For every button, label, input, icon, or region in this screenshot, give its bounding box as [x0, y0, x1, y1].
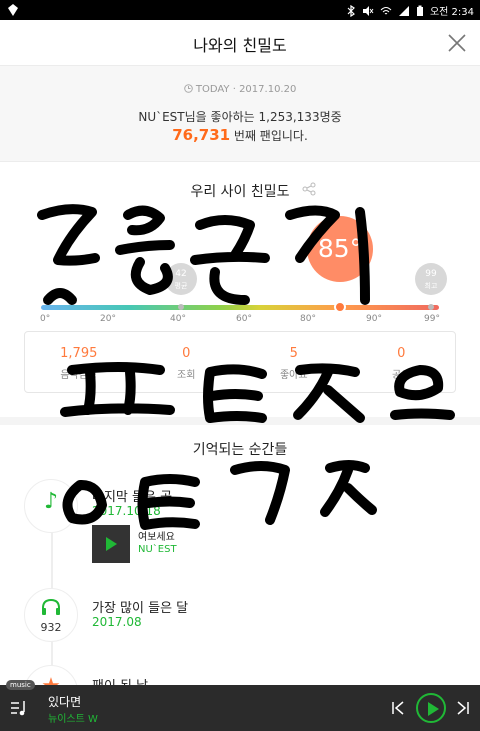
most-month-badge: 932 — [24, 588, 78, 642]
gauge-tick: 60° — [236, 314, 252, 324]
gauge-tick: 90° — [366, 314, 382, 324]
stat-value: 5 — [289, 346, 298, 361]
status-time: 오전 2:34 — [429, 7, 474, 18]
affinity-section: 우리 사이 친밀도 42 평균 99 최고 85° 0° 20° 40° 60°… — [0, 162, 480, 417]
status-icons: 오전 2:34 — [346, 3, 474, 18]
mute-icon — [362, 5, 374, 16]
stat-label: 조회 — [177, 370, 196, 381]
last-played-date: 2017.10.18 — [92, 504, 161, 518]
last-played-badge: ♪ — [24, 479, 78, 533]
stat-value: 1,795 — [60, 346, 98, 361]
activity-stats: 1,795 음악감상 0 조회 5 좋아요 0 공유 — [24, 331, 456, 393]
affinity-gauge — [41, 305, 439, 310]
stat-views: 0 조회 — [133, 332, 241, 392]
playlist-icon[interactable] — [10, 698, 30, 718]
stat-label: 좋아요 — [279, 370, 308, 381]
moments-section: 기억되는 순간들 ♪ 마지막 들은 곡 2017.10.18 여보세요 NU`E… — [0, 417, 480, 719]
today-label: TODAY · 2017.10.20 — [195, 84, 297, 95]
gauge-tick: 80° — [300, 314, 316, 324]
today-date: TODAY · 2017.10.20 — [0, 84, 480, 95]
gauge-tick: 99° — [424, 314, 440, 324]
mini-player[interactable]: music 있다면 뉴이스트 W — [0, 680, 480, 731]
song-artist: NU`EST — [138, 544, 177, 555]
status-bar: 오전 2:34 — [0, 0, 480, 20]
fan-rank: 76,731 번째 팬입니다. — [0, 126, 480, 144]
previous-icon[interactable] — [390, 700, 406, 716]
gauge-tick: 40° — [170, 314, 186, 324]
stat-value: 0 — [397, 346, 406, 361]
most-month-date: 2017.08 — [92, 615, 142, 629]
last-played-title: 마지막 들은 곡 — [92, 490, 173, 505]
stat-likes: 5 좋아요 — [240, 332, 348, 392]
signal-icon — [398, 5, 409, 16]
gauge-tick: 20° — [100, 314, 116, 324]
affinity-title: 우리 사이 친밀도 — [190, 184, 290, 200]
page-title: 나와의 친밀도 — [193, 36, 287, 55]
share-icon[interactable] — [302, 182, 316, 196]
moments-title: 기억되는 순간들 — [192, 442, 288, 458]
average-marker — [178, 304, 184, 310]
max-label: 최고 — [424, 282, 438, 290]
fans-count-text: NU`EST님을 좋아하는 1,253,133명중 — [138, 110, 342, 124]
max-bubble: 99 최고 — [415, 263, 447, 295]
play-icon — [428, 702, 439, 716]
most-month-title: 가장 많이 들은 달 — [92, 601, 189, 616]
player-title: 있다면 — [48, 695, 82, 709]
gauge-tick: 0° — [40, 314, 51, 324]
fan-rank-number: 76,731 — [172, 126, 231, 144]
notification-icon — [8, 4, 18, 16]
battery-icon — [416, 5, 423, 16]
fan-rank-card: TODAY · 2017.10.20 NU`EST님을 좋아하는 1,253,1… — [0, 66, 480, 162]
app-header: 나와의 친밀도 — [0, 20, 480, 66]
play-icon — [106, 537, 117, 551]
stat-shares: 0 공유 — [348, 332, 456, 392]
score-bubble: 85° — [307, 216, 373, 282]
next-icon[interactable] — [455, 700, 471, 716]
average-bubble: 42 평균 — [165, 263, 197, 295]
song-title[interactable]: 여보세요 — [138, 528, 175, 543]
score-marker — [334, 301, 346, 313]
music-tag: music — [6, 680, 35, 690]
stat-label: 공유 — [392, 370, 411, 381]
most-month-count: 932 — [40, 621, 62, 634]
stat-listen: 1,795 음악감상 — [25, 332, 133, 392]
music-note-icon: ♪ — [43, 489, 59, 514]
headphones-icon — [42, 598, 60, 615]
play-button[interactable] — [416, 693, 446, 723]
average-value: 42 — [175, 269, 187, 279]
max-value: 99 — [425, 269, 437, 279]
max-marker — [428, 304, 434, 310]
close-icon[interactable] — [446, 32, 468, 54]
average-label: 평균 — [174, 282, 188, 290]
player-artist: 뉴이스트 W — [48, 714, 98, 725]
clock-icon — [183, 84, 193, 93]
album-thumbnail[interactable] — [92, 525, 130, 563]
stat-value: 0 — [182, 346, 191, 361]
stat-label: 음악감상 — [60, 370, 98, 381]
bluetooth-icon — [347, 4, 355, 17]
fan-rank-suffix: 번째 팬입니다. — [230, 129, 308, 143]
wifi-icon — [380, 6, 392, 14]
